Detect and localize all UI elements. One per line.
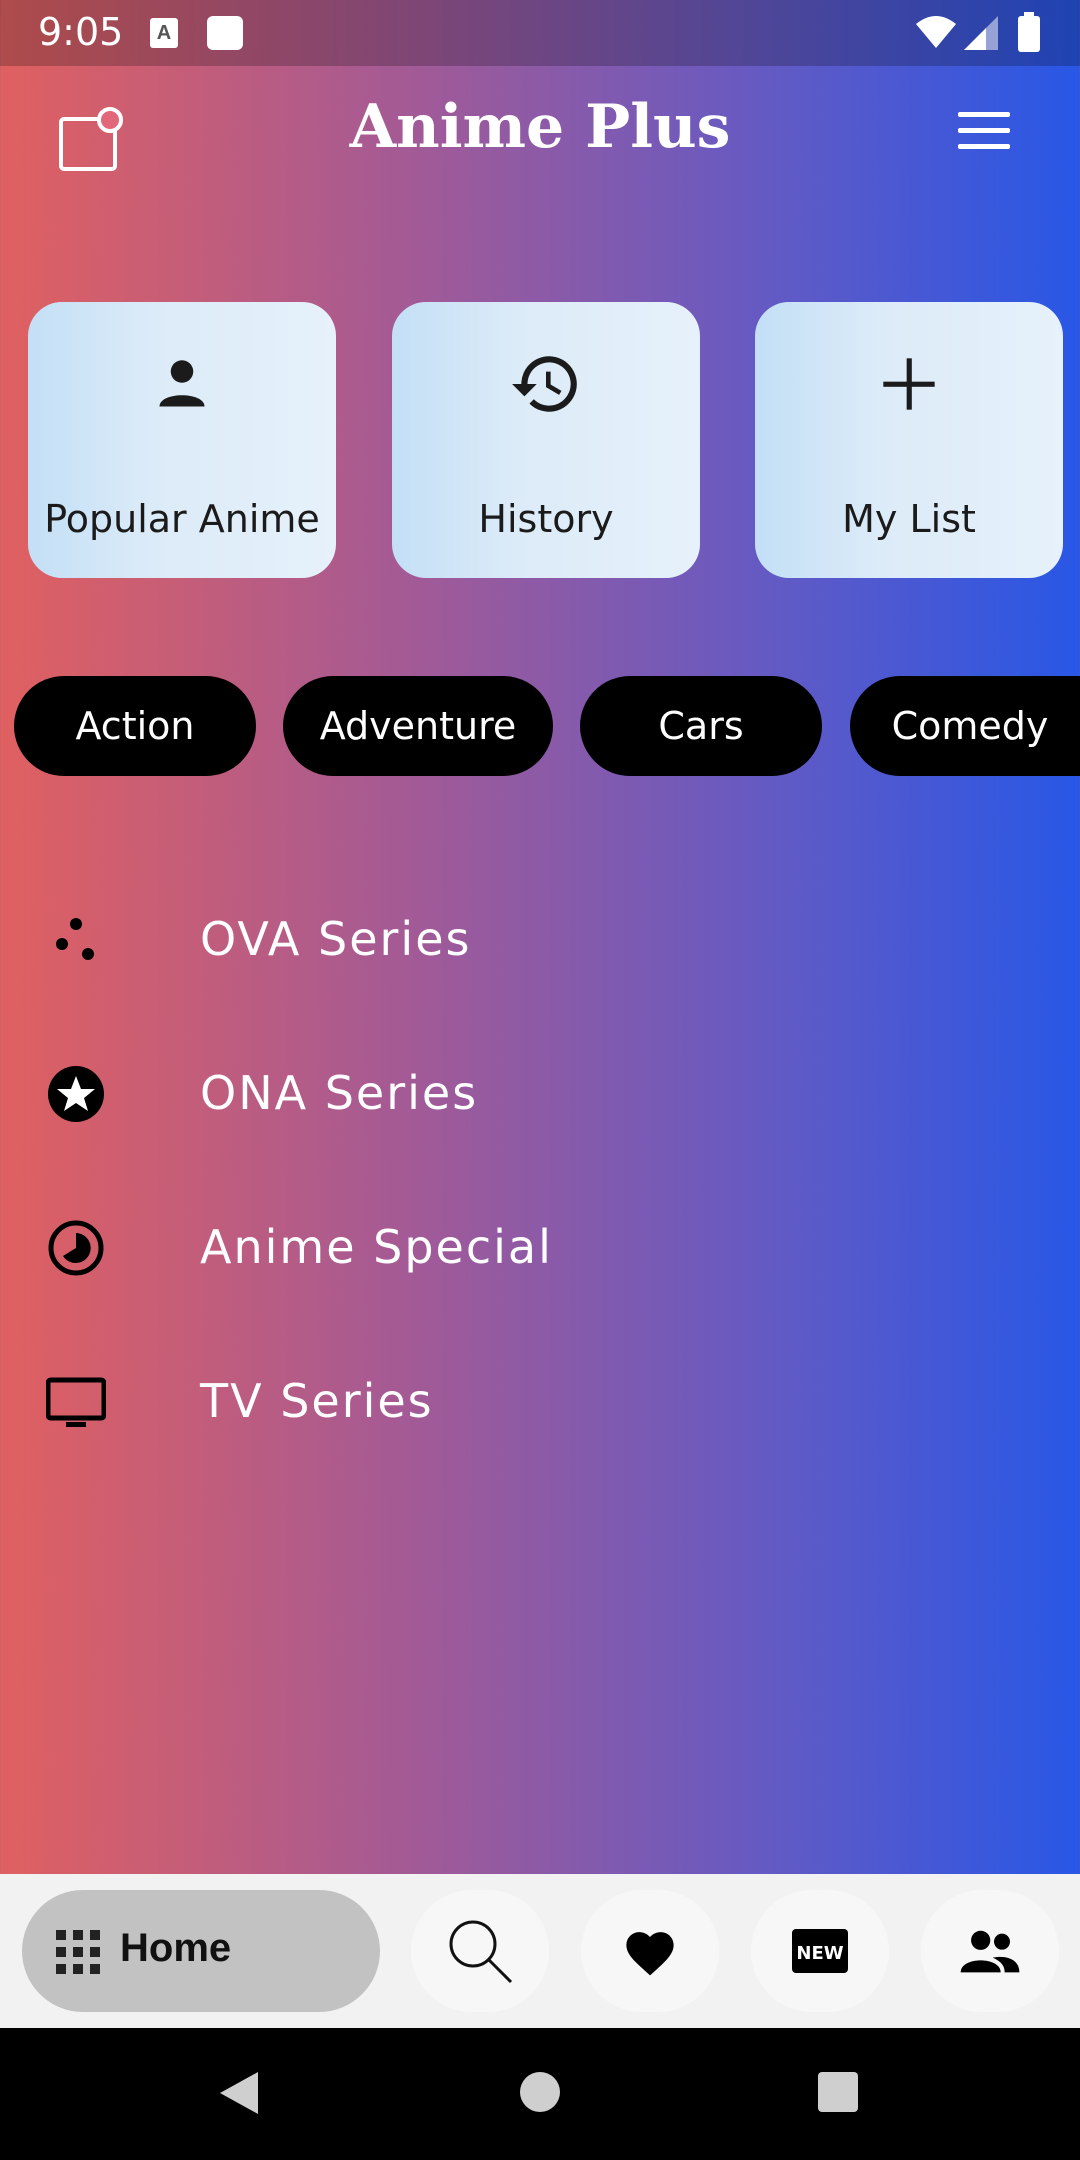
new-badge-text: NEW (796, 1943, 843, 1964)
signal-icon (964, 16, 998, 50)
category-special[interactable]: Anime Special (0, 1188, 1080, 1308)
category-ona[interactable]: ONA Series (0, 1034, 1080, 1154)
category-label-ona: ONA Series (200, 1066, 479, 1120)
back-icon[interactable] (218, 2070, 260, 2116)
battery-icon (1018, 12, 1040, 52)
tv-icon (46, 1377, 106, 1427)
status-time: 9:05 (38, 10, 124, 54)
person-icon (159, 360, 205, 407)
genre-chip-adventure[interactable]: Adventure (283, 676, 553, 776)
card-label-history: History (478, 497, 614, 541)
bottom-navigation: Home NEW (0, 1874, 1080, 2028)
category-label-ova: OVA Series (200, 912, 472, 966)
genre-chip-action[interactable]: Action (14, 676, 256, 776)
dots-icon (56, 918, 94, 960)
genre-chip-cars[interactable]: Cars (580, 676, 822, 776)
wifi-icon (916, 16, 956, 48)
category-ova[interactable]: OVA Series (0, 880, 1080, 1000)
people-icon (960, 1930, 1020, 1973)
pie-circle-icon (48, 1220, 104, 1276)
status-bar: 9:05 A (0, 0, 1080, 66)
card-label-popular: Popular Anime (44, 497, 320, 541)
home-icon[interactable] (520, 2072, 560, 2112)
card-label-my-list: My List (842, 497, 976, 541)
search-icon (449, 1920, 513, 1984)
nav-favorites-button[interactable] (581, 1890, 719, 2012)
category-label-tv: TV Series (200, 1374, 434, 1428)
square-notification-icon (207, 16, 243, 50)
category-label-special: Anime Special (200, 1220, 553, 1274)
nav-search-button[interactable] (411, 1890, 549, 2012)
recents-icon[interactable] (818, 2072, 858, 2112)
grid-icon (56, 1930, 100, 1974)
my-list-card[interactable]: My List (755, 302, 1063, 578)
app-title: Anime Plus (349, 92, 731, 162)
nav-home-label: Home (120, 1926, 232, 1970)
nav-community-button[interactable] (921, 1890, 1059, 2012)
nav-home-button[interactable]: Home (22, 1890, 380, 2012)
a-notification-icon: A (150, 18, 178, 48)
history-card[interactable]: History (392, 302, 700, 578)
menu-icon[interactable] (958, 112, 1010, 156)
star-circle-icon (48, 1066, 104, 1122)
system-navigation (0, 2028, 1080, 2160)
category-tv[interactable]: TV Series (0, 1342, 1080, 1462)
genre-chip-comedy[interactable]: Comedy (850, 676, 1080, 776)
popular-anime-card[interactable]: Popular Anime (28, 302, 336, 578)
plus-icon (883, 358, 935, 410)
heart-icon (626, 1932, 674, 1976)
nav-new-button[interactable]: NEW (751, 1890, 889, 2012)
history-icon (512, 356, 577, 412)
new-icon: NEW (792, 1929, 848, 1973)
